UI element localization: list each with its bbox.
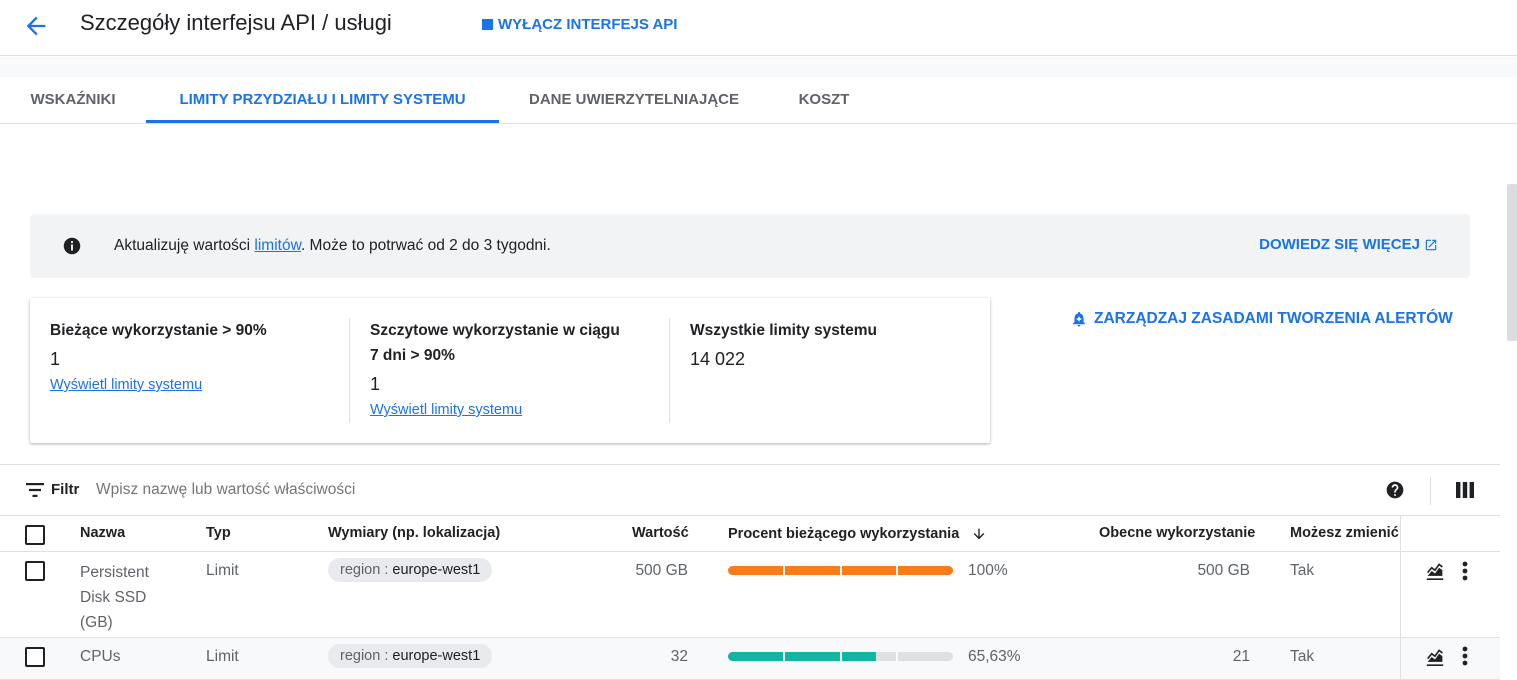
stat-label: Bieżące wykorzystanie > 90% xyxy=(50,322,267,339)
usage-bar-fill-segment xyxy=(784,652,840,661)
divider xyxy=(669,318,670,423)
usage-bar xyxy=(728,652,953,661)
column-header-type[interactable]: Typ xyxy=(206,525,231,541)
cell-value: 32 xyxy=(670,648,688,665)
cell-name: CPUs xyxy=(80,648,121,665)
divider xyxy=(349,318,350,423)
filter-input[interactable] xyxy=(96,481,796,499)
cell-current-usage: 500 GB xyxy=(1197,562,1250,579)
cell-type: Limit xyxy=(206,648,239,665)
monitoring-chart-icon[interactable] xyxy=(1425,648,1445,666)
stat-label-line1: Szczytowe wykorzystanie w ciągu xyxy=(370,322,620,339)
column-display-icon[interactable] xyxy=(1456,481,1474,499)
dimension-chip: region : europe-west1 xyxy=(328,558,493,582)
view-system-limits-link[interactable]: Wyświetl limity systemu xyxy=(50,377,202,393)
usage-bar-fill-segment xyxy=(841,566,897,575)
filter-label: Filtr xyxy=(51,481,80,498)
cell-type: Limit xyxy=(206,562,239,579)
usage-bar-fill-segment xyxy=(898,566,953,575)
view-system-limits-link[interactable]: Wyświetl limity systemu xyxy=(370,402,522,418)
stat-label: Wszystkie limity systemu xyxy=(690,322,877,339)
cell-name-line: Disk SSD xyxy=(80,589,147,606)
divider xyxy=(1430,477,1431,505)
header-spacer xyxy=(0,57,1517,77)
monitoring-chart-icon[interactable] xyxy=(1425,562,1445,580)
column-header-name[interactable]: Nazwa xyxy=(80,525,125,541)
limits-link[interactable]: limitów xyxy=(254,237,301,254)
column-header-current-usage[interactable]: Obecne wykorzystanie xyxy=(1099,525,1255,541)
add-alert-icon xyxy=(1073,311,1085,327)
stat-all-limits: Wszystkie limity systemu 14 022 xyxy=(690,318,990,370)
row-actions-column xyxy=(1400,516,1500,680)
chip-key: region : xyxy=(340,562,393,578)
column-header-value[interactable]: Wartość xyxy=(632,525,689,541)
info-banner: Aktualizuję wartości limitów. Może to po… xyxy=(30,214,1470,278)
cell-adjustable: Tak xyxy=(1290,648,1315,665)
manage-alert-policies-button[interactable]: ZARZĄDZAJ ZASADAMI TWORZENIA ALERTÓW xyxy=(1070,309,1453,329)
cell-name-line: (GB) xyxy=(80,614,113,631)
column-header-dimensions[interactable]: Wymiary (np. lokalizacja) xyxy=(328,525,500,541)
open-in-new-icon xyxy=(1425,239,1437,250)
tab-cost[interactable]: KOSZT xyxy=(784,77,864,123)
select-all-checkbox[interactable] xyxy=(25,525,45,545)
filter-bar: Filtr xyxy=(0,464,1500,516)
cell-name: Persistent Disk SSD (GB) xyxy=(80,560,149,635)
usage-bar-fill-segment xyxy=(728,652,783,661)
cell-current-usage: 21 xyxy=(1232,648,1250,665)
row-checkbox[interactable] xyxy=(25,561,45,581)
usage-bar-fill-segment xyxy=(728,566,783,575)
stat-value: 1 xyxy=(50,349,61,369)
stat-current-usage: Bieżące wykorzystanie > 90% 1 Wyświetl l… xyxy=(50,318,350,394)
column-header-percent-label: Procent bieżącego wykorzystania xyxy=(728,526,960,542)
stat-label-line2: 7 dni > 90% xyxy=(370,347,455,364)
cell-percent: 100% xyxy=(968,562,1008,579)
usage-bar-fill-segment xyxy=(841,652,876,661)
back-arrow-icon[interactable] xyxy=(22,12,50,40)
table-header: Nazwa Typ Wymiary (np. lokalizacja) Wart… xyxy=(0,516,1500,552)
learn-more-label: DOWIEDZ SIĘ WIĘCEJ xyxy=(1259,236,1420,253)
chip-value: europe-west1 xyxy=(392,562,481,578)
cell-adjustable: Tak xyxy=(1290,562,1315,579)
row-checkbox[interactable] xyxy=(25,647,45,667)
disable-api-label: WYŁĄCZ INTERFEJS API xyxy=(498,16,678,33)
banner-text-before: Aktualizuję wartości xyxy=(114,237,255,254)
stop-icon xyxy=(482,19,493,30)
cell-percent: 65,63% xyxy=(968,648,1021,665)
table-row[interactable]: CPUs Limit region : europe-west1 32 65,6… xyxy=(0,638,1500,680)
sort-descending-icon xyxy=(973,528,985,540)
more-vert-icon[interactable] xyxy=(1455,645,1475,667)
tab-quotas[interactable]: LIMITY PRZYDZIAŁU I LIMITY SYSTEMU xyxy=(146,77,499,123)
banner-text-after: . Może to potrwać od 2 do 3 tygodni. xyxy=(300,237,551,254)
chip-key: region : xyxy=(340,648,393,664)
usage-bar xyxy=(728,566,953,575)
page-header: Szczegóły interfejsu API / usługi WYŁĄCZ… xyxy=(0,0,1517,56)
usage-bar-fill-segment xyxy=(784,566,840,575)
table-row[interactable]: Persistent Disk SSD (GB) Limit region : … xyxy=(0,552,1500,638)
tab-credentials[interactable]: DANE UWIERZYTELNIAJĄCE xyxy=(516,77,752,123)
column-header-percent[interactable]: Procent bieżącego wykorzystania xyxy=(728,525,987,543)
help-icon[interactable] xyxy=(1385,480,1405,500)
chip-value: europe-west1 xyxy=(392,648,481,664)
info-icon xyxy=(63,237,81,255)
learn-more-link[interactable]: DOWIEDZ SIĘ WIĘCEJ xyxy=(1259,236,1438,253)
more-vert-icon[interactable] xyxy=(1455,560,1475,582)
tab-bar: WSKAŹNIKI LIMITY PRZYDZIAŁU I LIMITY SYS… xyxy=(0,77,1517,124)
cell-value: 500 GB xyxy=(635,562,688,579)
column-header-adjustable[interactable]: Możesz zmienić xyxy=(1290,525,1400,541)
filter-icon xyxy=(26,483,44,497)
tab-metrics[interactable]: WSKAŹNIKI xyxy=(18,77,128,123)
scrollbar[interactable] xyxy=(1507,184,1517,341)
usage-summary-card: Bieżące wykorzystanie > 90% 1 Wyświetl l… xyxy=(30,298,990,443)
page-title: Szczegóły interfejsu API / usługi xyxy=(80,10,392,35)
stat-value: 1 xyxy=(370,374,381,394)
disable-api-button[interactable]: WYŁĄCZ INTERFEJS API xyxy=(482,16,677,33)
manage-alert-policies-label: ZARZĄDZAJ ZASADAMI TWORZENIA ALERTÓW xyxy=(1094,310,1453,327)
stat-peak-usage: Szczytowe wykorzystanie w ciągu 7 dni > … xyxy=(370,318,670,419)
usage-bar-track-segment xyxy=(898,652,953,661)
stat-value: 14 022 xyxy=(690,349,746,369)
dimension-chip: region : europe-west1 xyxy=(328,644,493,668)
cell-name-line: Persistent xyxy=(80,564,149,581)
banner-message: Aktualizuję wartości limitów. Może to po… xyxy=(114,237,551,255)
